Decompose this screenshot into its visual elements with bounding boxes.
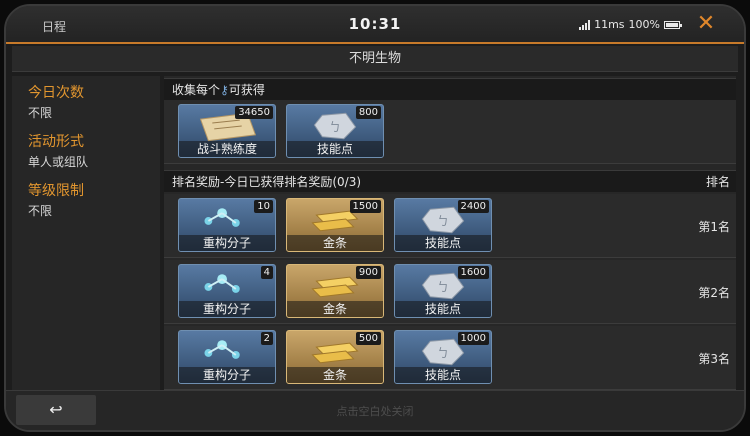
item-count: 800 <box>355 106 381 119</box>
rank-place: 第2名 <box>698 286 730 300</box>
reward-item[interactable]: 900 金条 <box>286 264 384 318</box>
collect-row: 34650 战斗熟练度 ㄅ 800 技能点 <box>164 100 736 164</box>
info-value: 不限 <box>28 106 53 120</box>
reward-item[interactable]: 2 重构分子 <box>178 330 276 384</box>
svg-text:ㄅ: ㄅ <box>437 280 449 294</box>
info-label: 活动形式 <box>28 134 84 150</box>
info-label: 等级限制 <box>28 183 84 199</box>
game-window: 日程 10:31 11ms 100% ✕ 不明生物 今日次数 不限 活动形式 单… <box>4 4 746 432</box>
info-label: 今日次数 <box>28 85 84 101</box>
item-name: 重构分子 <box>179 301 275 317</box>
item-name: 战斗熟练度 <box>179 141 275 157</box>
item-count: 900 <box>355 266 381 279</box>
collect-header: 收集每个⚷可获得 <box>164 78 736 100</box>
rewards-panel: 收集每个⚷可获得 34650 战斗熟练度 ㄅ 800 技能点 排名奖励-今日已获… <box>164 76 736 394</box>
reward-item[interactable]: ㄅ 800 技能点 <box>286 104 384 158</box>
rank-row: 10 重构分子 1500 金条 ㄅ 2400 技能点 第1名 <box>164 194 736 258</box>
collect-header-pre: 收集每个 <box>172 83 221 97</box>
latency-text: 11ms <box>594 18 625 31</box>
item-count: 1600 <box>457 266 489 279</box>
ranking-header-text: 排名奖励-今日已获得排名奖励(0/3) <box>172 175 362 189</box>
svg-text:ㄅ: ㄅ <box>437 214 449 228</box>
ranking-header: 排名奖励-今日已获得排名奖励(0/3) 排名 <box>164 170 736 192</box>
info-format: 活动形式 单人或组队 <box>12 131 160 170</box>
status-indicators: 11ms 100% <box>579 18 682 31</box>
rank-row: 2 重构分子 500 金条 ㄅ 1000 技能点 第3名 <box>164 326 736 390</box>
rank-row: 4 重构分子 900 金条 ㄅ 1600 技能点 第2名 <box>164 260 736 324</box>
rank-place: 第1名 <box>698 220 730 234</box>
info-level: 等级限制 不限 <box>12 180 160 219</box>
signal-icon <box>579 19 591 30</box>
activity-info-panel: 今日次数 不限 活动形式 单人或组队 等级限制 不限 <box>12 76 160 390</box>
item-name: 重构分子 <box>179 235 275 251</box>
bottom-bar: ↩ 点击空白处关闭 <box>6 390 744 430</box>
svg-text:ㄅ: ㄅ <box>329 120 341 134</box>
reward-item[interactable]: 4 重构分子 <box>178 264 276 318</box>
page-title: 不明生物 <box>12 46 738 72</box>
battery-text: 100% <box>628 18 660 31</box>
item-name: 重构分子 <box>179 367 275 383</box>
reward-item[interactable]: 10 重构分子 <box>178 198 276 252</box>
info-times: 今日次数 不限 <box>12 82 160 121</box>
item-name: 技能点 <box>395 301 491 317</box>
item-count: 2 <box>260 332 273 345</box>
item-name: 金条 <box>287 367 383 383</box>
top-status-bar: 日程 10:31 11ms 100% ✕ <box>6 6 744 44</box>
item-count: 10 <box>254 200 273 213</box>
item-name: 技能点 <box>287 141 383 157</box>
info-value: 单人或组队 <box>28 155 89 169</box>
close-icon[interactable]: ✕ <box>692 10 720 38</box>
rank-column-label: 排名 <box>705 175 730 189</box>
item-name: 金条 <box>287 235 383 251</box>
reward-item[interactable]: 1500 金条 <box>286 198 384 252</box>
item-name: 技能点 <box>395 235 491 251</box>
item-count: 1000 <box>457 332 489 345</box>
battery-icon <box>664 20 682 29</box>
item-count: 2400 <box>457 200 489 213</box>
reward-item[interactable]: ㄅ 1600 技能点 <box>394 264 492 318</box>
reward-item[interactable]: ㄅ 2400 技能点 <box>394 198 492 252</box>
reward-item[interactable]: ㄅ 1000 技能点 <box>394 330 492 384</box>
key-icon: ⚷ <box>220 83 229 97</box>
svg-text:ㄅ: ㄅ <box>437 346 449 360</box>
item-count: 500 <box>355 332 381 345</box>
item-count: 1500 <box>349 200 381 213</box>
close-hint[interactable]: 点击空白处关闭 <box>6 403 744 419</box>
collect-header-post: 可获得 <box>228 83 265 97</box>
item-count: 34650 <box>235 106 273 119</box>
item-name: 金条 <box>287 301 383 317</box>
info-value: 不限 <box>28 204 53 218</box>
item-count: 4 <box>260 266 273 279</box>
rank-place: 第3名 <box>698 352 730 366</box>
reward-item[interactable]: 34650 战斗熟练度 <box>178 104 276 158</box>
item-name: 技能点 <box>395 367 491 383</box>
reward-item[interactable]: 500 金条 <box>286 330 384 384</box>
